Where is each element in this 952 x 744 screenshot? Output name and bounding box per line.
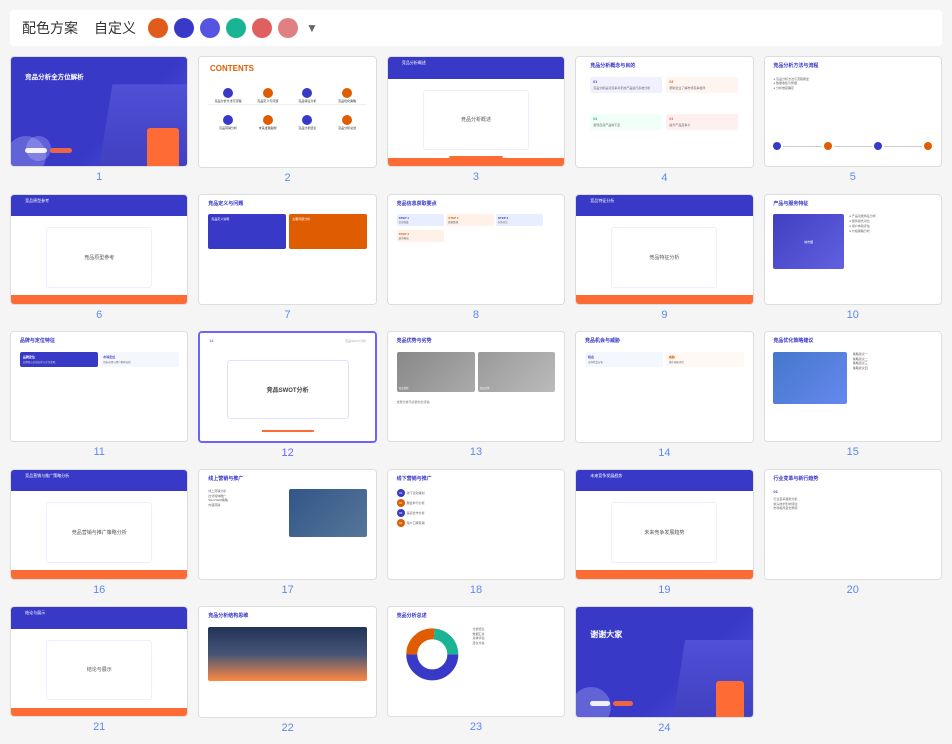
slide-thumb-10[interactable]: 产品与服务特征 城市图 ● 产品功能特征分析 ● 服务模式对比 ● 用户体验评估…: [764, 194, 942, 305]
slide-number-20: 20: [847, 584, 859, 596]
slide-number-5: 5: [850, 171, 856, 183]
slide-item: 竞品分析概念与目的 01 竞品分析是对竞争对手的产品进行系统分析 02 帮助企业…: [575, 56, 753, 184]
slide-thumb-9[interactable]: 竞品特征分析 竞品特征分析: [575, 194, 753, 306]
slide-thumb-13[interactable]: 竞品优势与劣势 竞品优势 竞品劣势 优势分析与劣势对比评估: [387, 331, 565, 442]
slide-thumb-14[interactable]: 竞品机会与威胁 机会 市场机会分析 威胁 潜在威胁评估: [575, 331, 753, 443]
slide-number-8: 8: [473, 309, 479, 321]
slide-item: 竞品营销与推广策略分析 竞品营销与推广策略分析 16: [10, 469, 188, 597]
slide-item: 线上营销与推广 线上营销分析社交媒体推广SEO/SEM策略内容营销 17: [198, 469, 376, 597]
slide-number-13: 13: [470, 446, 482, 458]
color-dots: [148, 18, 298, 38]
slide-thumb-18[interactable]: 线下营销与推广 01 线下活动策划 02 展会参与分析 03 渠道合作分析: [387, 469, 565, 580]
slide-item: 竞品分析方法与流程 ● 竞品分析方法与流程概述 ● 数据收集与整理 ● 分析维度…: [764, 56, 942, 184]
slide-thumb-11[interactable]: 品牌与定位特征 品牌定位 品牌核心价值分析与定位策略 市场定位 目标市场与用户群…: [10, 331, 188, 442]
slide-item: 竞品机会与威胁 机会 市场机会分析 威胁 潜在威胁评估 14: [575, 331, 753, 459]
slide-item: 竞品原型参考 竞品原型参考 6: [10, 194, 188, 322]
slide-number-21: 21: [93, 721, 105, 733]
color-dot-blue[interactable]: [174, 18, 194, 38]
slide-number-9: 9: [661, 309, 667, 321]
slide-number-11: 11: [93, 446, 104, 458]
slide-number-6: 6: [96, 309, 102, 321]
slide-item: 竞品优势与劣势 竞品优势 竞品劣势 优势分析与劣势对比评估 13: [387, 331, 565, 459]
slide-item: 未来竞争发展趋势 未来竞争发展趋势 19: [575, 469, 753, 597]
color-dot-purple[interactable]: [200, 18, 220, 38]
slide-item: 竞品分析全方位解析 1: [10, 56, 188, 184]
slide-thumb-16[interactable]: 竞品营销与推广策略分析 竞品营销与推广策略分析: [10, 469, 188, 580]
slide-number-23: 23: [470, 721, 482, 733]
slide-number-4: 4: [661, 172, 667, 184]
slide-item: 竞品分析结构思维 22: [198, 606, 376, 734]
slide-item: CONTENTS 竞品分析方法与流程 竞品定义与问题 竞品特征分析: [198, 56, 376, 184]
slide-item: 竞品特征分析 竞品特征分析 9: [575, 194, 753, 322]
slide-thumb-19[interactable]: 未来竞争发展趋势 未来竞争发展趋势: [575, 469, 753, 581]
slide-number-19: 19: [658, 584, 670, 596]
slide-thumb-20[interactable]: 行业变革与新行趋势 01 行业变革趋势分析新兴技术影响评估市场格局变化预测: [764, 469, 942, 580]
slide-item: 竞品定义与问题 竞品定义说明 主要问题分析 7: [198, 194, 376, 322]
slide-number-2: 2: [285, 172, 291, 184]
color-dot-pink[interactable]: [278, 18, 298, 38]
slide-thumb-3[interactable]: 竞品分析概述 竞品分析概述: [387, 56, 565, 167]
slide-item: 结论与展示 结论与展示 21: [10, 606, 188, 734]
slide-number-14: 14: [658, 447, 670, 459]
slide-item: 14 竞品SWOT分析 竞品SWOT分析 12: [198, 331, 376, 459]
slide-number-7: 7: [285, 309, 291, 321]
slides-grid: 竞品分析全方位解析 1 CONTENTS 竞品分析方法与流程: [10, 56, 942, 734]
slide-thumb-6[interactable]: 竞品原型参考 竞品原型参考: [10, 194, 188, 305]
slide-number-17: 17: [281, 584, 293, 596]
slide-thumb-2[interactable]: CONTENTS 竞品分析方法与流程 竞品定义与问题 竞品特征分析: [198, 56, 376, 168]
custom-label: 自定义: [94, 18, 136, 38]
slide-thumb-5[interactable]: 竞品分析方法与流程 ● 竞品分析方法与流程概述 ● 数据收集与整理 ● 分析维度…: [764, 56, 942, 167]
slide-number-22: 22: [281, 722, 293, 734]
slide-number-16: 16: [93, 584, 105, 596]
slide-number-15: 15: [847, 446, 859, 458]
slide-thumb-17[interactable]: 线上营销与推广 线上营销分析社交媒体推广SEO/SEM策略内容营销: [198, 469, 376, 581]
slide-item: 竞品优化策略建议 策略建议一策略建议二策略建议三策略建议四 15: [764, 331, 942, 459]
slide-number-12: 12: [281, 447, 293, 459]
color-dot-red[interactable]: [252, 18, 272, 38]
color-scheme-label: 配色方案: [22, 18, 78, 38]
color-dot-green[interactable]: [226, 18, 246, 38]
slide-thumb-12[interactable]: 14 竞品SWOT分析 竞品SWOT分析: [198, 331, 376, 443]
slide-item: 行业变革与新行趋势 01 行业变革趋势分析新兴技术影响评估市场格局变化预测 20: [764, 469, 942, 597]
slide-thumb-8[interactable]: 竞品信息获取要点 STEP 1 信息收集 STEP 2 数据整理 STEP 3 …: [387, 194, 565, 305]
slide-thumb-1[interactable]: 竞品分析全方位解析: [10, 56, 188, 167]
slide-thumb-4[interactable]: 竞品分析概念与目的 01 竞品分析是对竞争对手的产品进行系统分析 02 帮助企业…: [575, 56, 753, 168]
slide-item: 品牌与定位特征 品牌定位 品牌核心价值分析与定位策略 市场定位 目标市场与用户群…: [10, 331, 188, 459]
slide-item: 线下营销与推广 01 线下活动策划 02 展会参与分析 03 渠道合作分析: [387, 469, 565, 597]
color-dot-orange[interactable]: [148, 18, 168, 38]
slide-thumb-15[interactable]: 竞品优化策略建议 策略建议一策略建议二策略建议三策略建议四: [764, 331, 942, 442]
slide-number-10: 10: [847, 309, 859, 321]
slide-thumb-7[interactable]: 竞品定义与问题 竞品定义说明 主要问题分析: [198, 194, 376, 306]
slide-item: 竞品信息获取要点 STEP 1 信息收集 STEP 2 数据整理 STEP 3 …: [387, 194, 565, 322]
chevron-down-icon[interactable]: ▼: [306, 21, 318, 35]
top-bar: 配色方案 自定义 ▼: [10, 10, 942, 46]
slide-number-1: 1: [96, 171, 102, 183]
slide-number-3: 3: [473, 171, 479, 183]
slide-item: 产品与服务特征 城市图 ● 产品功能特征分析 ● 服务模式对比 ● 用户体验评估…: [764, 194, 942, 322]
slide-number-18: 18: [470, 584, 482, 596]
slide-item: 竞品分析概述 竞品分析概述 3: [387, 56, 565, 184]
slide-item: 竞品分析总述 分析结论数据汇总总体评估建议方案 23: [387, 606, 565, 734]
slide-number-24: 24: [658, 722, 670, 734]
slide-item: 谢谢大家 24: [575, 606, 753, 734]
